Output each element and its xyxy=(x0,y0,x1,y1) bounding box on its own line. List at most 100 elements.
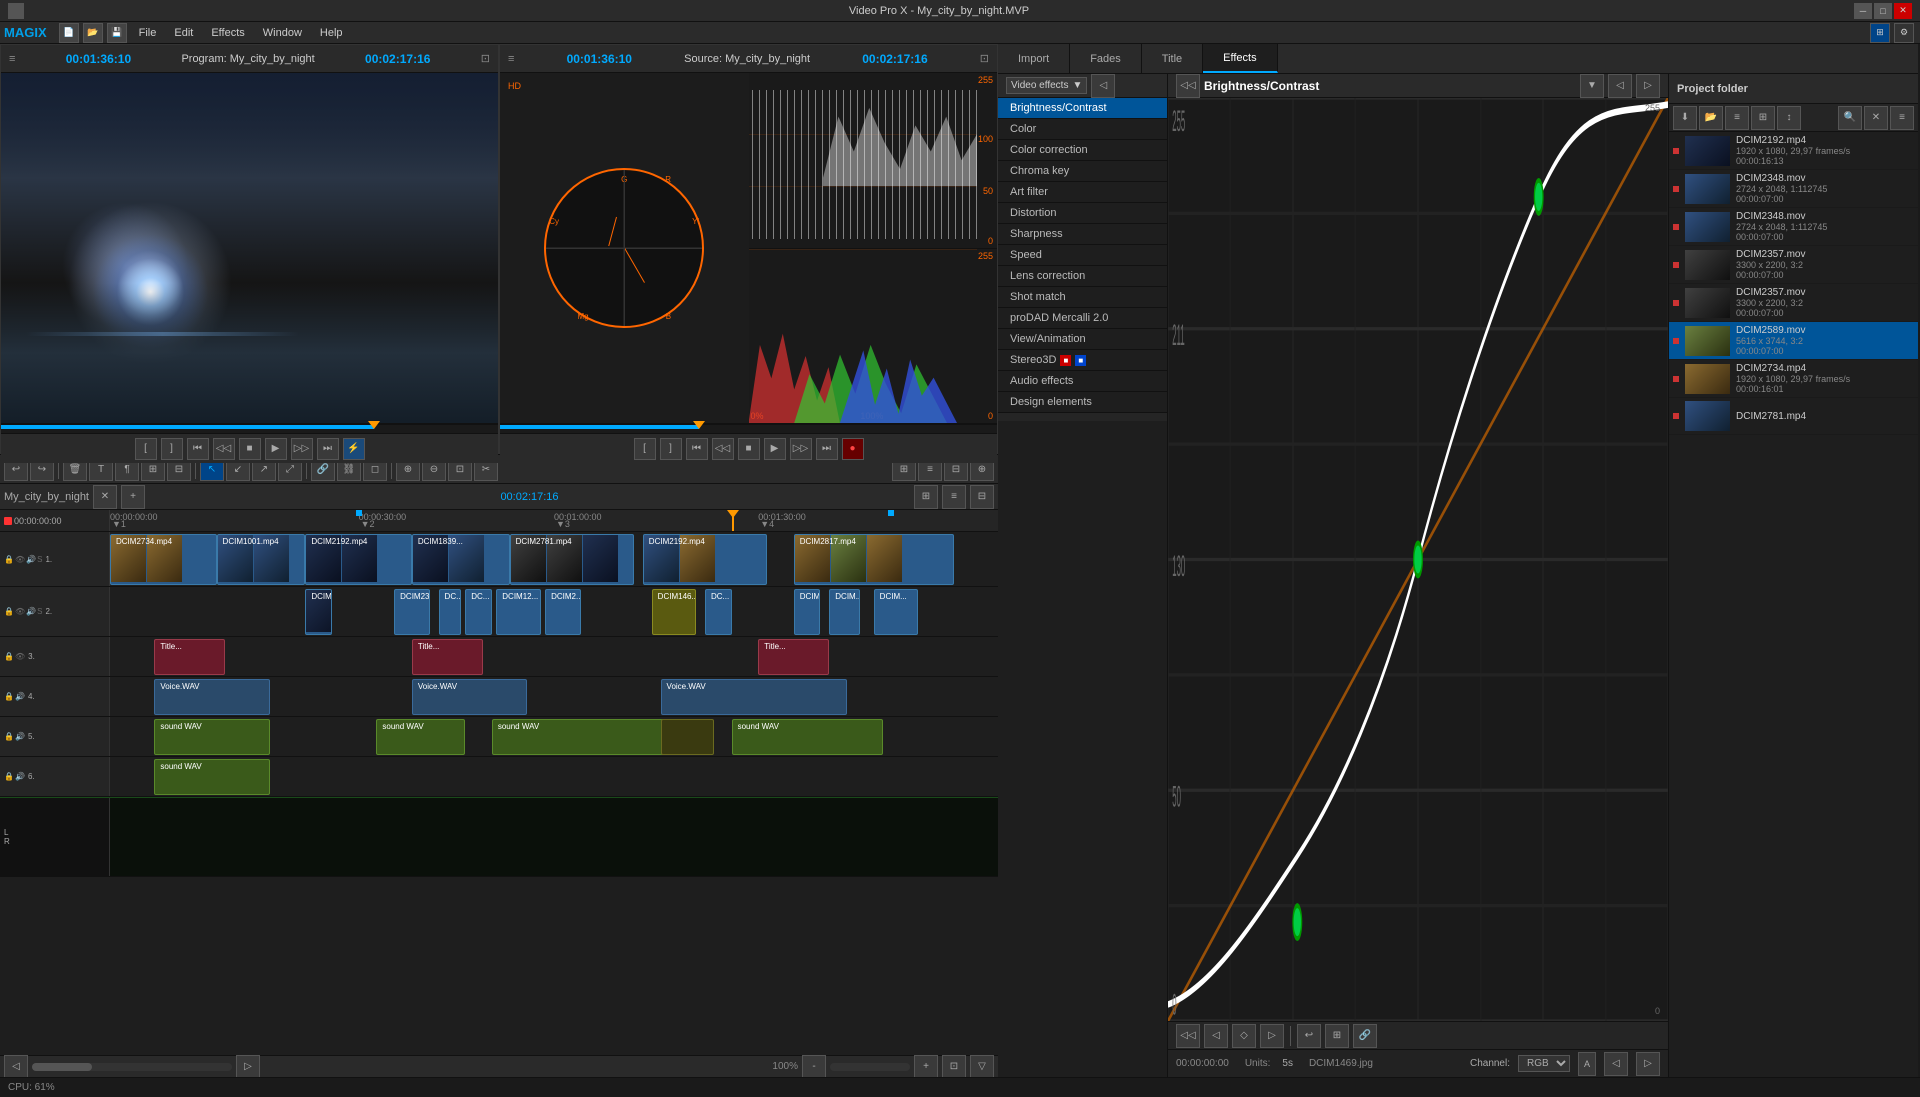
tab-import[interactable]: Import xyxy=(998,44,1070,73)
maximize-button[interactable]: □ xyxy=(1874,3,1892,19)
clip-sound-2[interactable]: sound WAV xyxy=(376,719,465,755)
src-mark-out[interactable]: ] xyxy=(660,438,682,460)
track-2-eye-icon[interactable]: 👁 xyxy=(15,607,25,616)
clip-t2-2[interactable]: DCIM235... xyxy=(394,589,430,635)
curve-next[interactable]: ▷ xyxy=(1636,74,1660,98)
curve-next-kf[interactable]: ▷ xyxy=(1260,1024,1284,1048)
folder-item-dcim2192[interactable]: DCIM2192.mp4 1920 x 1080, 29,97 frames/s… xyxy=(1669,132,1918,170)
pf-list[interactable]: ≡ xyxy=(1725,106,1749,130)
src-next-marker[interactable]: ⏭ xyxy=(816,438,838,460)
src-play[interactable]: ▶ xyxy=(764,438,786,460)
track-2-solo-icon[interactable]: S xyxy=(37,607,42,616)
tl-storyboard[interactable]: ⊟ xyxy=(970,485,994,509)
prog-stop[interactable]: ■ xyxy=(239,438,261,460)
marker-blue-1[interactable] xyxy=(356,510,362,516)
clip-t2-10[interactable]: DCIM... xyxy=(874,589,918,635)
clip-dcim2817[interactable]: DCIM2817.mp4 xyxy=(794,534,954,585)
curve-next-btn[interactable]: ▷ xyxy=(1636,1052,1660,1076)
pf-grid[interactable]: ⊞ xyxy=(1751,106,1775,130)
curve-link[interactable]: 🔗 xyxy=(1353,1024,1377,1048)
new-icon[interactable]: 📄 xyxy=(59,23,79,43)
effects-dropdown[interactable]: Video effects ▼ xyxy=(1006,77,1087,94)
clip-dcim1839[interactable]: DCIM1839... xyxy=(412,534,510,585)
zoom-slider[interactable] xyxy=(830,1063,910,1071)
marker-btn[interactable]: ▽ xyxy=(970,1055,994,1078)
effect-chroma-key[interactable]: Chroma key xyxy=(998,161,1167,182)
curve-prev-btn[interactable]: ◁ xyxy=(1604,1052,1628,1076)
effect-prodad[interactable]: proDAD Mercalli 2.0 xyxy=(998,308,1167,329)
effect-lens-correction[interactable]: Lens correction xyxy=(998,266,1167,287)
menu-edit[interactable]: Edit xyxy=(166,25,201,41)
folder-item-dcim2348b[interactable]: DCIM2348.mov 2724 x 2048, 1:112745 00:00… xyxy=(1669,208,1918,246)
track-1-lock-icon[interactable]: 🔒 xyxy=(4,555,14,564)
src-ffwd[interactable]: ▷▷ xyxy=(790,438,812,460)
clip-t2-7[interactable]: DC... xyxy=(705,589,732,635)
prog-prev-marker[interactable]: ⏮ xyxy=(187,438,209,460)
pf-sort[interactable]: ↕ xyxy=(1777,106,1801,130)
channel-select[interactable]: RGB R G B xyxy=(1518,1055,1570,1072)
folder-item-dcim2734[interactable]: DCIM2734.mp4 1920 x 1080, 29,97 frames/s… xyxy=(1669,360,1918,398)
prog-next-marker[interactable]: ⏭ xyxy=(317,438,339,460)
track-3-eye-icon[interactable]: 👁 xyxy=(15,652,25,661)
tl-close[interactable]: ✕ xyxy=(93,485,117,509)
prog-lightning[interactable]: ⚡ xyxy=(343,438,365,460)
clip-t2-3[interactable]: DC... xyxy=(439,589,461,635)
clip-dcim2781[interactable]: DCIM2781.mp4 xyxy=(510,534,634,585)
effect-color[interactable]: Color xyxy=(998,119,1167,140)
close-button[interactable]: ✕ xyxy=(1894,3,1912,19)
tab-title[interactable]: Title xyxy=(1142,44,1203,73)
curve-reset[interactable]: ↩ xyxy=(1297,1024,1321,1048)
tl-view-toggle[interactable]: ⊞ xyxy=(914,485,938,509)
clip-t2-dcim146[interactable]: DCIM146.... xyxy=(652,589,696,635)
curve-autostretch[interactable]: A xyxy=(1578,1052,1596,1076)
effect-stereo3d[interactable]: Stereo3D ■ ■ xyxy=(998,350,1167,371)
timeline-playhead[interactable] xyxy=(732,510,734,531)
menu-file[interactable]: File xyxy=(131,25,165,41)
clip-dcim2192[interactable]: DCIM2192.mp4 xyxy=(305,534,412,585)
source-scrubber[interactable] xyxy=(500,425,997,433)
clip-voice-2[interactable]: Voice.WAV xyxy=(412,679,527,715)
clip-dcim2192b[interactable]: DCIM2192.mp4 xyxy=(643,534,767,585)
clip-t2-9[interactable]: DCIM... xyxy=(829,589,860,635)
track-1-eye-icon[interactable]: 👁 xyxy=(15,555,25,564)
clip-t2-6[interactable]: DCIM2... xyxy=(545,589,581,635)
effect-art-filter[interactable]: Art filter xyxy=(998,182,1167,203)
clip-sound-1[interactable]: sound WAV xyxy=(154,719,269,755)
zoom-out-btn[interactable]: - xyxy=(802,1055,826,1078)
scroll-left[interactable]: ◁ xyxy=(4,1055,28,1078)
prog-play[interactable]: ▶ xyxy=(265,438,287,460)
clip-title-1[interactable]: Title... xyxy=(154,639,225,675)
clip-sound-4[interactable]: sound WAV xyxy=(732,719,883,755)
effect-brightness-contrast[interactable]: Brightness/Contrast xyxy=(998,98,1167,119)
track-6-lock-icon[interactable]: 🔒 xyxy=(4,772,14,781)
curve-menu[interactable]: ▼ xyxy=(1580,74,1604,98)
track-2-mute-icon[interactable]: 🔊 xyxy=(26,607,36,616)
curve-back[interactable]: ◁◁ xyxy=(1176,74,1200,98)
effect-design[interactable]: Design elements xyxy=(998,392,1167,413)
folder-item-dcim2348a[interactable]: DCIM2348.mov 2724 x 2048, 1:112745 00:00… xyxy=(1669,170,1918,208)
prog-ffwd[interactable]: ▷▷ xyxy=(291,438,313,460)
program-scrubber[interactable] xyxy=(1,425,498,433)
track-2-lock-icon[interactable]: 🔒 xyxy=(4,607,14,616)
source-expand-icon[interactable]: ⊡ xyxy=(980,52,989,65)
track-4-lock-icon[interactable]: 🔒 xyxy=(4,692,14,701)
program-menu-icon[interactable]: ≡ xyxy=(9,53,15,65)
src-stop[interactable]: ■ xyxy=(738,438,760,460)
track-5-lock-icon[interactable]: 🔒 xyxy=(4,732,14,741)
pf-close[interactable]: ✕ xyxy=(1864,106,1888,130)
pf-more[interactable]: ≡ xyxy=(1890,106,1914,130)
src-record[interactable]: ● xyxy=(842,438,864,460)
menu-effects[interactable]: Effects xyxy=(203,25,252,41)
track-6-mute-icon[interactable]: 🔊 xyxy=(15,772,25,781)
clip-t2-1[interactable]: DCIM... xyxy=(305,589,332,635)
effect-audio[interactable]: Audio effects xyxy=(998,371,1167,392)
curve-copy[interactable]: ⊞ xyxy=(1325,1024,1349,1048)
tl-add-track[interactable]: + xyxy=(121,485,145,509)
source-menu-icon[interactable]: ≡ xyxy=(508,53,514,65)
curve-prev[interactable]: ◁ xyxy=(1608,74,1632,98)
track-1-solo-icon[interactable]: S xyxy=(37,555,42,564)
tl-list-view[interactable]: ≡ xyxy=(942,485,966,509)
effect-speed[interactable]: Speed xyxy=(998,245,1167,266)
fit-btn[interactable]: ⊡ xyxy=(942,1055,966,1078)
src-mark-in[interactable]: [ xyxy=(634,438,656,460)
